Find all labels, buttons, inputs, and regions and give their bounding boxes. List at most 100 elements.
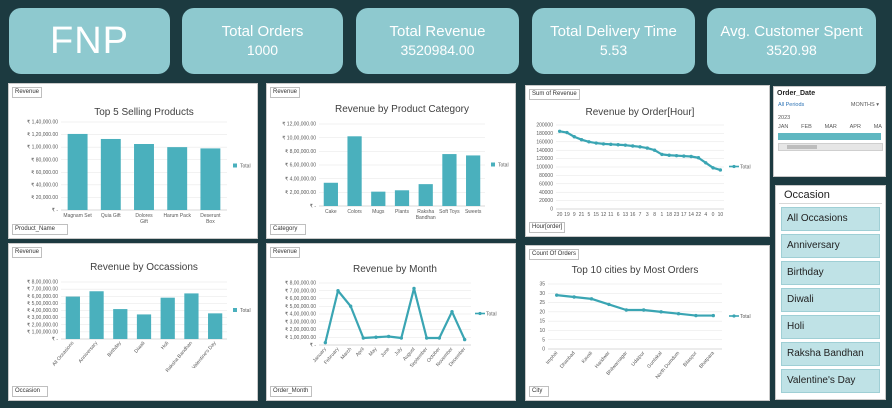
timeline-unit-dropdown[interactable]: MONTHS ▾ [851, 102, 879, 108]
timeline-scrollbar[interactable] [778, 143, 883, 151]
timeline-selection-bar[interactable] [778, 133, 881, 140]
y-tick-label: ₹ - [310, 204, 317, 210]
x-tick-label: Dhanbad [559, 350, 577, 370]
chart-top5-products[interactable]: Top 5 Selling Products ₹ - ₹ 20,000.00 ₹ 40… [8, 83, 258, 239]
data-point [718, 168, 723, 172]
bar [67, 133, 88, 210]
data-point [579, 138, 584, 142]
data-point [399, 336, 404, 340]
legend-swatch [233, 163, 237, 168]
y-tick-label: ₹ 3,00,000.00 [27, 315, 58, 321]
y-tick-label: 5 [542, 337, 545, 343]
data-point [624, 308, 628, 312]
y-tick-label: ₹ 8,00,000.00 [285, 281, 316, 287]
kpi-label: Total Delivery Time [550, 23, 677, 40]
y-tick-label: 120000 [536, 156, 553, 162]
timeline-month[interactable]: MA [874, 124, 882, 130]
value-field-button[interactable]: Sum of Revenue [529, 89, 580, 100]
bar [200, 148, 221, 210]
y-tick-label: ₹ 6,00,000.00 [285, 163, 316, 169]
x-tick-label: Valentine's Day [191, 340, 218, 370]
x-tick-label: Birthday [106, 340, 123, 358]
axis-field-button[interactable]: City [529, 386, 549, 397]
x-tick-label: Colors [347, 209, 362, 215]
slicer-item-all-occasions[interactable]: All Occasions [781, 207, 880, 231]
x-tick-label: 22 [696, 212, 702, 218]
series-line [556, 294, 714, 317]
axis-field-button[interactable]: Category [270, 224, 306, 235]
data-point [601, 142, 606, 146]
data-point [589, 297, 594, 301]
slicer-item-anniversary[interactable]: Anniversary [781, 234, 880, 258]
data-point [348, 304, 353, 308]
y-tick-label: ₹ - [52, 208, 59, 214]
slicer-item-diwali[interactable]: Diwali [781, 288, 880, 312]
y-tick-label: ₹ 5,00,000.00 [27, 301, 58, 307]
x-tick-label: Bandhan [416, 215, 436, 221]
axis-field-button[interactable]: Occasion [12, 386, 48, 397]
chart-title: Revenue by Occassions [90, 262, 198, 273]
timeline-month[interactable]: APR [850, 124, 861, 130]
value-field-button[interactable]: Revenue [270, 247, 301, 258]
y-tick-label: ₹ 8,00,000.00 [285, 149, 316, 155]
y-tick-label: 0 [550, 207, 553, 213]
data-point [652, 148, 657, 152]
x-tick-label: 20 [557, 212, 563, 218]
x-tick-label: 18 [666, 212, 672, 218]
timeline-month[interactable]: MAR [825, 124, 837, 130]
x-tick-label: May [368, 346, 379, 357]
bar [160, 297, 175, 339]
chart-title: Revenue by Product Category [335, 104, 469, 115]
kpi-total-delivery-time: Total Delivery Time 5.53 [532, 8, 695, 74]
y-tick-label: ₹ 6,00,000.00 [285, 296, 316, 302]
legend-label: Total [740, 314, 751, 320]
timeline-month[interactable]: FEB [801, 124, 812, 130]
chart-revenue-by-month[interactable]: Revenue by Month ₹ - ₹ 1,00,000.00 ₹ 2,00,0… [266, 243, 516, 401]
legend-label: Total [740, 164, 751, 170]
bar [89, 291, 104, 339]
y-tick-label: ₹ 6,00,000.00 [27, 294, 58, 300]
order-date-timeline[interactable]: Order_Date All Periods MONTHS ▾ 2023 JAN… [773, 86, 886, 177]
data-point [659, 310, 663, 314]
occasion-slicer[interactable]: Occasion All Occasions Anniversary Birth… [775, 185, 886, 400]
value-field-button[interactable]: Revenue [12, 247, 43, 258]
y-tick-label: 35 [539, 282, 545, 288]
chart-revenue-by-category[interactable]: Revenue by Product Category ₹ - ₹ 2,00,000… [266, 83, 516, 239]
scrollbar-thumb[interactable] [787, 145, 817, 149]
data-point [557, 129, 562, 133]
slicer-item-birthday[interactable]: Birthday [781, 261, 880, 285]
data-point [594, 141, 598, 145]
brand-logo: FNP [50, 19, 129, 62]
data-point [386, 334, 391, 339]
value-field-button[interactable]: Revenue [12, 87, 43, 98]
x-tick-label: 17 [681, 212, 687, 218]
y-tick-label: 200000 [536, 123, 553, 129]
value-field-button[interactable]: Revenue [270, 87, 301, 98]
y-tick-label: ₹ 2,00,000.00 [285, 190, 316, 196]
kpi-avg-customer-spent: Avg. Customer Spent 3520.98 [707, 8, 876, 74]
y-tick-label: 20 [539, 309, 545, 315]
slicer-item-raksha-bandhan[interactable]: Raksha Bandhan [781, 342, 880, 366]
bar [466, 155, 481, 206]
slicer-item-holi[interactable]: Holi [781, 315, 880, 339]
data-point [682, 154, 686, 158]
value-field-button[interactable]: Count Of Orders [529, 249, 580, 260]
axis-field-button[interactable]: Product_Name [12, 224, 68, 235]
slicer-item-valentines-day[interactable]: Valentine's Day [781, 369, 880, 393]
chart-revenue-by-hour[interactable]: Revenue by Order[Hour] 0 20000 40000 60000 80… [525, 85, 770, 237]
y-tick-label: ₹ 7,00,000.00 [27, 287, 58, 293]
x-tick-label: 7 [639, 212, 642, 218]
axis-field-button[interactable]: Hour[order] [529, 222, 566, 233]
x-tick-label: Imphal [545, 350, 559, 365]
timeline-month[interactable]: JAN [778, 124, 788, 130]
data-point [674, 153, 679, 158]
axis-field-button[interactable]: Order_Month [270, 386, 312, 397]
chart-top10-cities[interactable]: Top 10 cities by Most Orders 0 5 10 15 20 25 30… [525, 245, 770, 401]
chart-revenue-by-occasions[interactable]: Revenue by Occassions ₹ - ₹ 1,00,000.00 ₹ 2… [8, 243, 258, 401]
y-tick-label: ₹ 2,00,000.00 [27, 322, 58, 328]
y-tick-label: ₹ 1,00,000.00 [27, 329, 58, 335]
y-tick-label: ₹ 1,00,000.00 [285, 335, 316, 341]
x-tick-label: 13 [623, 212, 629, 218]
kpi-value: 1000 [246, 42, 279, 58]
data-point [587, 140, 591, 144]
